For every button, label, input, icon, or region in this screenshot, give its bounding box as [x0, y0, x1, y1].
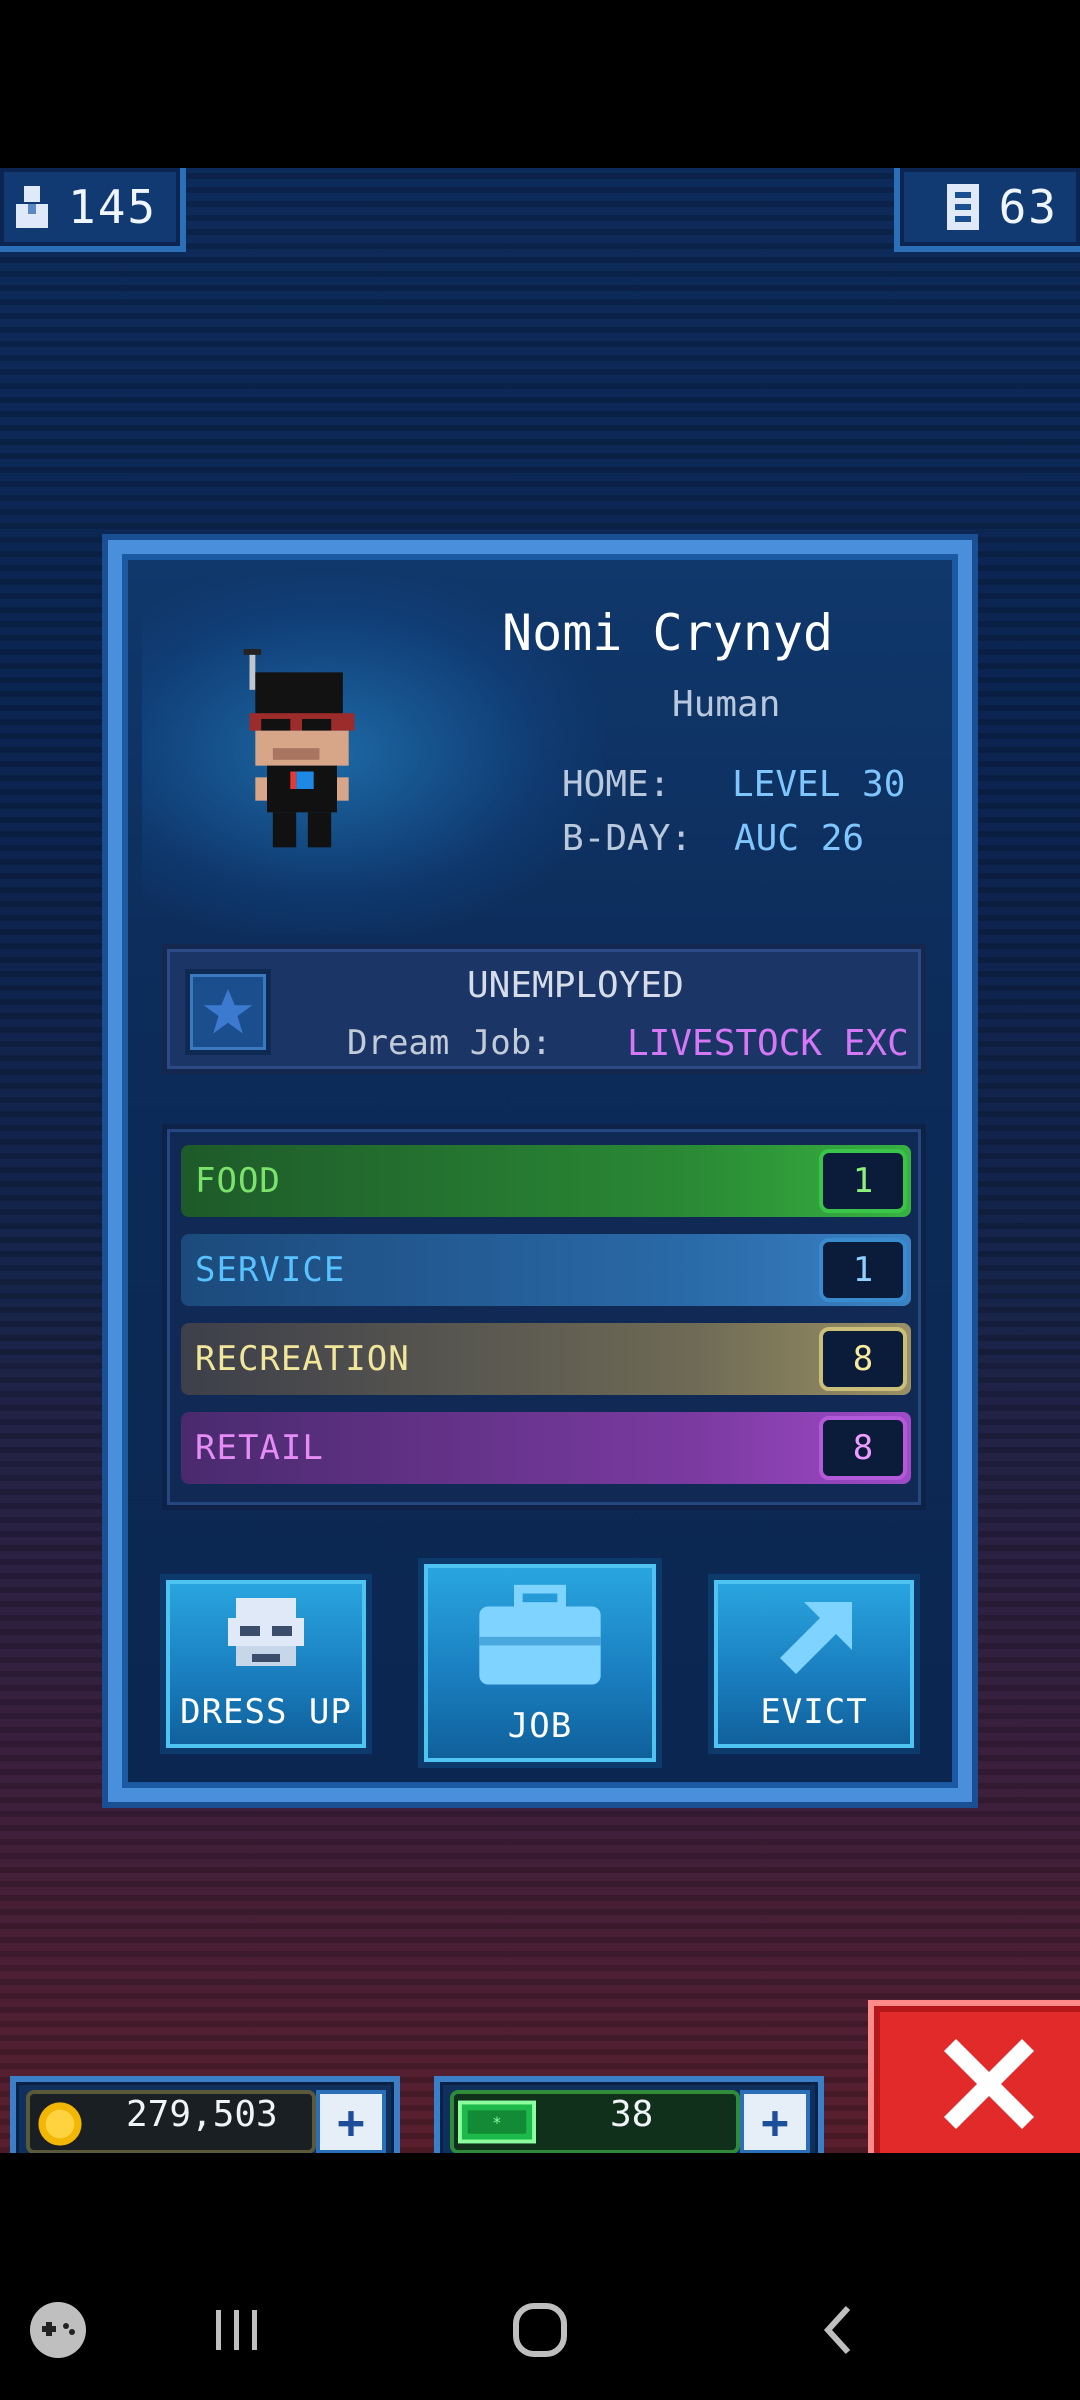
- job-panel: UNEMPLOYED Dream Job: LIVESTOCK EXC: [162, 944, 926, 1074]
- helmet-icon: [228, 1598, 304, 1666]
- back-icon[interactable]: [810, 2300, 870, 2360]
- skill-value: 8: [819, 1416, 907, 1480]
- home-label: HOME:: [562, 764, 671, 805]
- population-value: 145: [68, 180, 158, 234]
- briefcase-icon: [479, 1584, 601, 1685]
- coins-value: 279,503: [126, 2094, 278, 2135]
- home-icon[interactable]: [510, 2300, 570, 2360]
- evict-button[interactable]: EVICT: [708, 1574, 920, 1754]
- skill-name: FOOD: [195, 1161, 281, 1201]
- dress-up-label: DRESS UP: [180, 1692, 352, 1732]
- bitizen-avatar: [243, 649, 355, 848]
- dream-job-value: LIVESTOCK EXC: [627, 1023, 909, 1064]
- skill-name: SERVICE: [195, 1250, 346, 1290]
- dress-up-button[interactable]: DRESS UP: [160, 1574, 372, 1754]
- bux-icon: *: [458, 2100, 536, 2144]
- bday-label: B-DAY:: [562, 818, 693, 859]
- evict-label: EVICT: [760, 1692, 868, 1732]
- skill-service: SERVICE 1: [181, 1234, 911, 1306]
- floors-value: 63: [998, 180, 1058, 234]
- close-icon: [944, 2039, 1034, 2129]
- population-counter[interactable]: 145: [0, 168, 186, 252]
- job-button[interactable]: JOB: [418, 1558, 662, 1768]
- dream-job-label: Dream Job:: [347, 1023, 552, 1063]
- skill-retail: RETAIL 8: [181, 1412, 911, 1484]
- bitizen-card: Nomi Crynyd Human HOME: LEVEL 30 B-DAY: …: [108, 540, 972, 1802]
- add-coins-button[interactable]: +: [316, 2090, 386, 2154]
- recent-apps-icon[interactable]: [206, 2300, 266, 2360]
- skill-name: RETAIL: [195, 1428, 324, 1468]
- bux-value: 38: [610, 2094, 654, 2135]
- bitizen-race: Human: [672, 684, 781, 725]
- skill-name: RECREATION: [195, 1339, 410, 1379]
- game-launcher-icon[interactable]: [28, 2300, 88, 2360]
- skill-value: 8: [819, 1327, 907, 1391]
- building-icon: [946, 184, 979, 230]
- svg-text:*: *: [492, 2114, 501, 2132]
- bday-value: AUC 26: [734, 818, 865, 859]
- job-status: UNEMPLOYED: [467, 965, 684, 1006]
- star-icon: [185, 969, 271, 1055]
- system-nav-bar: [0, 2153, 1080, 2400]
- add-bux-button[interactable]: +: [740, 2090, 810, 2154]
- skills-panel: FOOD 1 SERVICE 1 RECREATION 8 RETAIL 8: [162, 1124, 926, 1510]
- skill-food: FOOD 1: [181, 1145, 911, 1217]
- home-value[interactable]: LEVEL 30: [732, 764, 905, 805]
- job-label: JOB: [507, 1706, 573, 1746]
- arrow-up-right-icon: [780, 1602, 852, 1674]
- skill-value: 1: [819, 1238, 907, 1302]
- skill-value: 1: [819, 1149, 907, 1213]
- status-bar: [0, 0, 1080, 168]
- skill-recreation: RECREATION 8: [181, 1323, 911, 1395]
- person-icon: [16, 186, 48, 228]
- floors-counter[interactable]: 63: [894, 168, 1080, 252]
- close-button[interactable]: [868, 2000, 1080, 2168]
- bitizen-name: Nomi Crynyd: [502, 604, 834, 662]
- coin-icon: [38, 2102, 82, 2146]
